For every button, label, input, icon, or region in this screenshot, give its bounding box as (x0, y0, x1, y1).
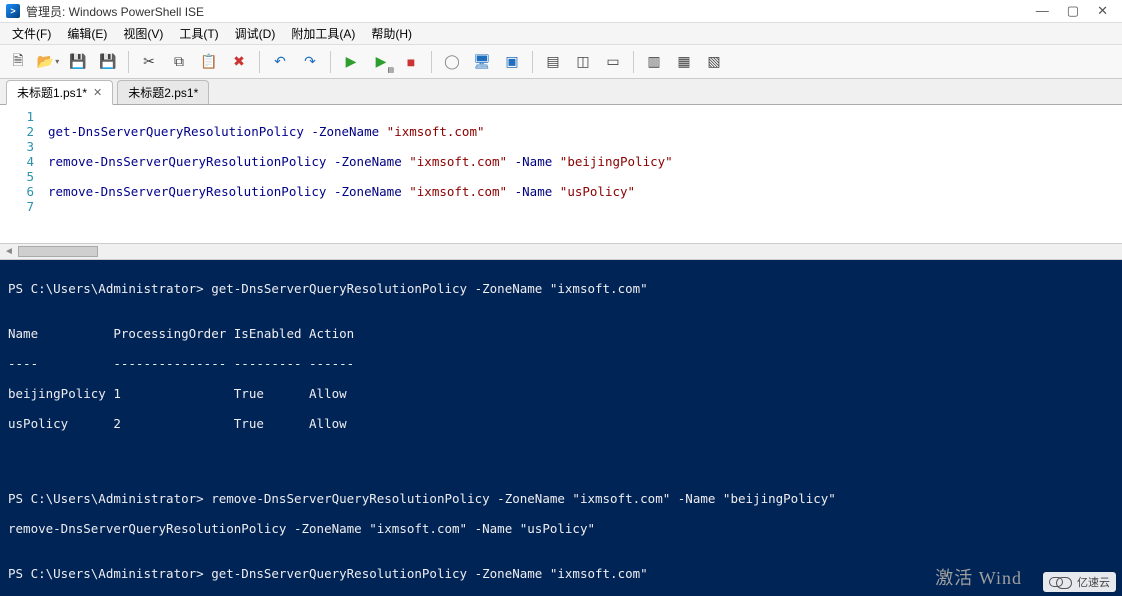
code-token: -ZoneName (311, 124, 379, 139)
cut-icon[interactable]: ✂ (137, 50, 161, 74)
toolbar-separator (259, 51, 260, 73)
undo-icon[interactable]: ↶ (268, 50, 292, 74)
line-number: 6 (4, 184, 34, 199)
editor-scrollbar[interactable]: ◄ (0, 243, 1122, 260)
code-token: remove-DnsServerQueryResolutionPolicy (48, 184, 326, 199)
code-token: "ixmsoft.com" (387, 124, 485, 139)
layout-maximize-icon[interactable]: ▭ (601, 50, 625, 74)
code-token: get-DnsServerQueryResolutionPolicy (48, 124, 304, 139)
paste-icon[interactable]: 📋 (197, 50, 221, 74)
line-number: 7 (4, 199, 34, 214)
save-all-icon[interactable]: 💾 (96, 50, 120, 74)
save-icon[interactable]: 💾 (66, 50, 90, 74)
line-number: 3 (4, 139, 34, 154)
toolbar: 🗎 📂 💾 💾 ✂ ⧉ 📋 ✖ ↶ ↷ ▶ ▶▤ ■ ◯ 🖥 ▣ ▤ ◫ ▭ ▥… (0, 45, 1122, 79)
code-token: -ZoneName (334, 154, 402, 169)
activation-watermark: 激活 Wind (935, 564, 1022, 590)
tab-untitled1[interactable]: 未标题1.ps1* ✕ (6, 80, 113, 105)
toolbar-separator (532, 51, 533, 73)
maximize-button[interactable]: ▢ (1067, 3, 1079, 19)
line-number: 2 (4, 124, 34, 139)
menu-tools[interactable]: 工具(T) (171, 23, 226, 44)
start-ps-icon[interactable]: ▣ (500, 50, 524, 74)
editor-gutter: 1 2 3 4 5 6 7 (0, 105, 42, 243)
layout-script-top-icon[interactable]: ▤ (541, 50, 565, 74)
editor-code[interactable]: get-DnsServerQueryResolutionPolicy -Zone… (42, 105, 1122, 243)
footer-logo: 亿速云 (1043, 572, 1116, 592)
command-addon-icon[interactable]: ▦ (672, 50, 696, 74)
copy-icon[interactable]: ⧉ (167, 50, 191, 74)
new-icon[interactable]: 🗎 (6, 50, 30, 74)
console-line: remove-DnsServerQueryResolutionPolicy -Z… (8, 521, 1114, 536)
scrollbar-thumb[interactable] (18, 246, 98, 257)
window-controls: — ▢ ✕ (1036, 3, 1116, 19)
menu-view[interactable]: 视图(V) (115, 23, 171, 44)
tab-label: 未标题2.ps1* (128, 84, 198, 101)
run-icon[interactable]: ▶ (339, 50, 363, 74)
menu-help[interactable]: 帮助(H) (363, 23, 420, 44)
menu-debug[interactable]: 调试(D) (227, 23, 284, 44)
tab-close-icon[interactable]: ✕ (93, 86, 102, 99)
code-token: "ixmsoft.com" (409, 184, 507, 199)
footer-logo-text: 亿速云 (1077, 574, 1110, 590)
toolbar-separator (128, 51, 129, 73)
console-line: usPolicy 2 True Allow (8, 416, 1114, 431)
menu-addons[interactable]: 附加工具(A) (283, 23, 363, 44)
line-number: 1 (4, 109, 34, 124)
clear-icon[interactable]: ✖ (227, 50, 251, 74)
script-editor[interactable]: 1 2 3 4 5 6 7 get-DnsServerQueryResoluti… (0, 105, 1122, 243)
code-token: remove-DnsServerQueryResolutionPolicy (48, 154, 326, 169)
code-token: "usPolicy" (560, 184, 635, 199)
tab-label: 未标题1.ps1* (17, 84, 87, 101)
open-icon[interactable]: 📂 (36, 50, 60, 74)
code-token: -Name (515, 154, 553, 169)
menu-bar: 文件(F) 编辑(E) 视图(V) 工具(T) 调试(D) 附加工具(A) 帮助… (0, 23, 1122, 45)
editor-tabstrip: 未标题1.ps1* ✕ 未标题2.ps1* (0, 79, 1122, 105)
code-token: "beijingPolicy" (560, 154, 673, 169)
code-token: -ZoneName (334, 184, 402, 199)
run-selection-icon[interactable]: ▶▤ (369, 50, 393, 74)
new-remote-icon[interactable]: 🖥 (470, 50, 494, 74)
layout-side-icon[interactable]: ◫ (571, 50, 595, 74)
console-line: beijingPolicy 1 True Allow (8, 386, 1114, 401)
scroll-left-icon[interactable]: ◄ (4, 246, 14, 257)
console-pane[interactable]: PS C:\Users\Administrator> get-DnsServer… (0, 260, 1122, 596)
snippets-icon[interactable]: ▧ (702, 50, 726, 74)
code-token: -Name (515, 184, 553, 199)
console-line: PS C:\Users\Administrator> remove-DnsSer… (8, 491, 1114, 506)
menu-edit[interactable]: 编辑(E) (59, 23, 115, 44)
stop-icon[interactable]: ■ (399, 50, 423, 74)
console-line: Name ProcessingOrder IsEnabled Action (8, 326, 1114, 341)
app-icon: > (6, 4, 20, 18)
console-line: PS C:\Users\Administrator> get-DnsServer… (8, 281, 1114, 296)
toolbar-separator (431, 51, 432, 73)
window-title: 管理员: Windows PowerShell ISE (26, 3, 1036, 20)
redo-icon[interactable]: ↷ (298, 50, 322, 74)
line-number: 5 (4, 169, 34, 184)
breakpoint-icon[interactable]: ◯ (440, 50, 464, 74)
window-titlebar: > 管理员: Windows PowerShell ISE — ▢ ✕ (0, 0, 1122, 23)
code-token: "ixmsoft.com" (409, 154, 507, 169)
menu-file[interactable]: 文件(F) (4, 23, 59, 44)
console-line: ---- --------------- --------- ------ (8, 356, 1114, 371)
line-number: 4 (4, 154, 34, 169)
toolbar-separator (633, 51, 634, 73)
command-pane-icon[interactable]: ▥ (642, 50, 666, 74)
minimize-button[interactable]: — (1036, 3, 1049, 19)
close-button[interactable]: ✕ (1097, 3, 1108, 19)
toolbar-separator (330, 51, 331, 73)
logo-icon (1049, 577, 1063, 587)
tab-untitled2[interactable]: 未标题2.ps1* (117, 80, 209, 104)
